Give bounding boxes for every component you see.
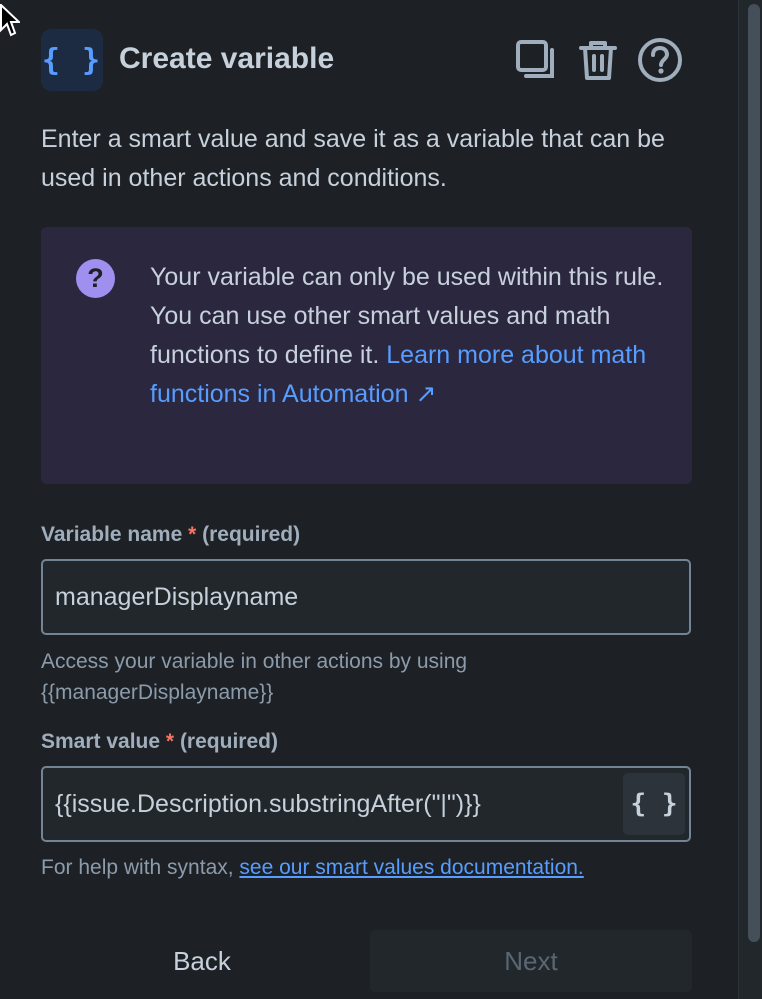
question-icon: ? — [76, 259, 115, 298]
next-button[interactable]: Next — [370, 930, 692, 992]
variable-braces-icon: { } — [41, 29, 103, 91]
variable-name-label: Variable name * (required) — [41, 523, 300, 547]
smart-values-doc-link[interactable]: see our smart values documentation. — [239, 856, 583, 879]
variable-name-label-text: Variable name — [41, 523, 183, 546]
back-button[interactable]: Back — [41, 930, 363, 992]
delete-button[interactable] — [574, 36, 622, 84]
required-text: (required) — [179, 730, 278, 753]
variable-name-helper-line2: {{managerDisplayname}} — [41, 681, 274, 704]
duplicate-button[interactable] — [512, 36, 560, 84]
braces-glyph: { } — [41, 42, 103, 78]
required-text: (required) — [202, 523, 301, 546]
page-title: Create variable — [119, 42, 335, 75]
variable-name-value: managerDisplayname — [55, 582, 299, 611]
trash-icon — [579, 41, 617, 80]
help-button[interactable] — [636, 36, 684, 84]
required-asterisk: * — [165, 730, 175, 753]
smart-value-label-text: Smart value — [41, 730, 161, 753]
external-link-icon: ↗ — [415, 380, 437, 408]
create-variable-panel: { } Create variable Enter a smart value … — [0, 0, 740, 999]
smart-value-value: {{issue.Description.substringAfter("|")}… — [55, 789, 481, 818]
info-text: Your variable can only be used within th… — [150, 258, 670, 414]
smart-value-picker-button[interactable]: { } — [623, 773, 685, 835]
required-asterisk: * — [188, 523, 197, 546]
copy-icon — [516, 40, 554, 78]
braces-icon: { } — [630, 789, 678, 819]
smart-value-label: Smart value * (required) — [41, 730, 278, 754]
variable-name-helper: Access your variable in other actions by… — [41, 646, 691, 708]
mouse-cursor-icon — [0, 4, 20, 37]
description-text: Enter a smart value and save it as a var… — [41, 125, 665, 192]
smart-value-helper-text: For help with syntax, — [41, 856, 240, 879]
scrollbar-thumb[interactable] — [748, 4, 760, 942]
variable-name-input[interactable]: managerDisplayname — [41, 559, 691, 635]
info-panel: ? Your variable can only be used within … — [41, 227, 692, 484]
smart-value-helper: For help with syntax, see our smart valu… — [41, 852, 691, 883]
help-icon — [638, 38, 682, 82]
smart-value-input[interactable]: {{issue.Description.substringAfter("|")}… — [41, 766, 691, 842]
variable-name-helper-line1: Access your variable in other actions by… — [41, 650, 468, 673]
